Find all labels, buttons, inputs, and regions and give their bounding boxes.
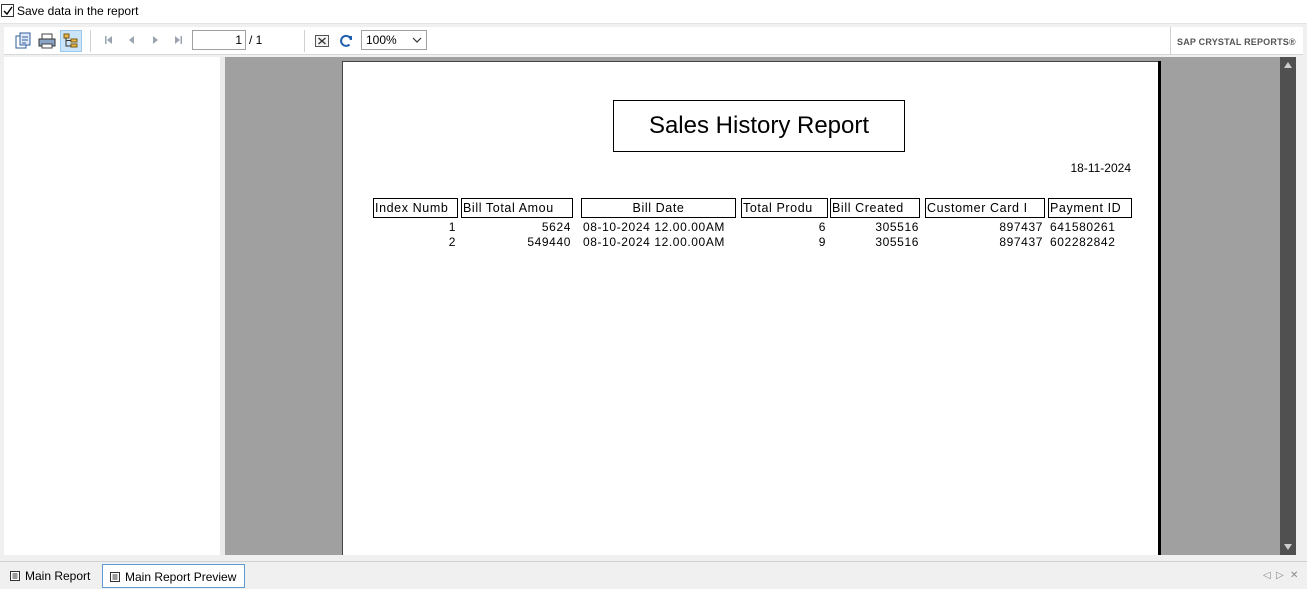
report-date: 18-11-2024: [1070, 161, 1132, 175]
chevron-down-icon: [412, 37, 422, 43]
table-cell: 897437: [999, 220, 1043, 234]
group-tree-toggle-button[interactable]: [60, 30, 82, 52]
table-cell: 6: [818, 220, 826, 234]
page-total-label: / 1: [249, 33, 263, 47]
save-data-label[interactable]: Save data in the report: [17, 4, 138, 18]
toolbar-separator: [304, 30, 305, 52]
next-page-button[interactable]: [148, 33, 162, 47]
column-header-bill-date: Bill Date: [581, 198, 736, 218]
table-cell: 305516: [875, 235, 919, 249]
print-button[interactable]: [36, 30, 58, 52]
last-page-icon: [175, 36, 182, 44]
vertical-scrollbar[interactable]: [1280, 57, 1296, 555]
tab-label: Main Report Preview: [125, 570, 237, 584]
stop-icon: [315, 35, 329, 47]
table-cell: 1: [448, 220, 456, 234]
report-title: Sales History Report: [613, 100, 905, 152]
column-header-bill-total-amount: Bill Total Amou: [461, 198, 573, 218]
scroll-up-icon[interactable]: [1284, 61, 1292, 69]
stop-loading-button[interactable]: [311, 30, 333, 52]
viewer-toolbar: 1 / 1 100% SAP CRYSTAL REPORTS®: [4, 27, 1303, 55]
refresh-icon: [340, 34, 352, 47]
table-cell: 549440: [527, 235, 571, 249]
table-cell: 602282842: [1050, 235, 1116, 249]
first-page-button[interactable]: [102, 33, 116, 47]
report-page: Sales History Report 18-11-2024 Index Nu…: [342, 61, 1158, 555]
column-header-customer-card-id: Customer Card I: [925, 198, 1045, 218]
report-tabs-bar: Main Report Main Report Preview ◁ ▷ ✕: [0, 561, 1307, 589]
tab-main-report-preview[interactable]: Main Report Preview: [102, 564, 246, 588]
table-cell: 305516: [875, 220, 919, 234]
previous-page-icon: [129, 36, 134, 44]
table-cell: 2: [448, 235, 456, 249]
tab-scroll-left-icon[interactable]: ◁: [1263, 570, 1271, 581]
scroll-down-icon[interactable]: [1284, 543, 1292, 551]
refresh-button[interactable]: [335, 30, 357, 52]
save-data-bar: Save data in the report: [0, 0, 1307, 24]
table-cell: 641580261: [1050, 220, 1116, 234]
report-icon: [10, 571, 20, 581]
preview-icon: [110, 572, 120, 582]
sap-crystal-reports-logo: SAP CRYSTAL REPORTS®: [1170, 27, 1303, 55]
table-cell: 897437: [999, 235, 1043, 249]
column-header-index-number: Index Numb: [373, 198, 458, 218]
table-cell: 9: [818, 235, 826, 249]
first-page-icon: [105, 36, 112, 44]
column-header-total-products: Total Produ: [741, 198, 828, 218]
tab-label: Main Report: [25, 569, 91, 583]
check-icon: [3, 6, 13, 16]
close-tab-icon[interactable]: ✕: [1290, 570, 1298, 581]
tab-main-report[interactable]: Main Report: [3, 564, 98, 588]
report-view-area[interactable]: Sales History Report 18-11-2024 Index Nu…: [225, 57, 1280, 555]
export-icon: [15, 32, 31, 49]
next-page-icon: [153, 36, 158, 44]
table-cell: 08-10-2024 12.00.00AM: [583, 235, 726, 249]
zoom-value: 100%: [366, 33, 397, 47]
table-cell: 5624: [541, 220, 571, 234]
toolbar-separator: [90, 30, 91, 52]
current-page-input[interactable]: 1: [192, 30, 246, 50]
column-header-payment-id: Payment ID: [1048, 198, 1132, 218]
last-page-button[interactable]: [171, 33, 185, 47]
zoom-select[interactable]: 100%: [361, 30, 427, 50]
group-tree-panel[interactable]: [4, 57, 220, 555]
printer-icon: [38, 33, 56, 49]
group-tree-icon: [63, 33, 78, 48]
table-cell: 08-10-2024 12.00.00AM: [583, 220, 726, 234]
previous-page-button[interactable]: [125, 33, 139, 47]
export-button[interactable]: [12, 30, 34, 52]
crystal-report-viewer: Save data in the report 1 / 1 100% SAP C…: [0, 0, 1307, 589]
tab-scroll-right-icon[interactable]: ▷: [1276, 570, 1284, 581]
column-header-bill-created: Bill Created: [830, 198, 920, 218]
save-data-checkbox[interactable]: [1, 4, 14, 17]
